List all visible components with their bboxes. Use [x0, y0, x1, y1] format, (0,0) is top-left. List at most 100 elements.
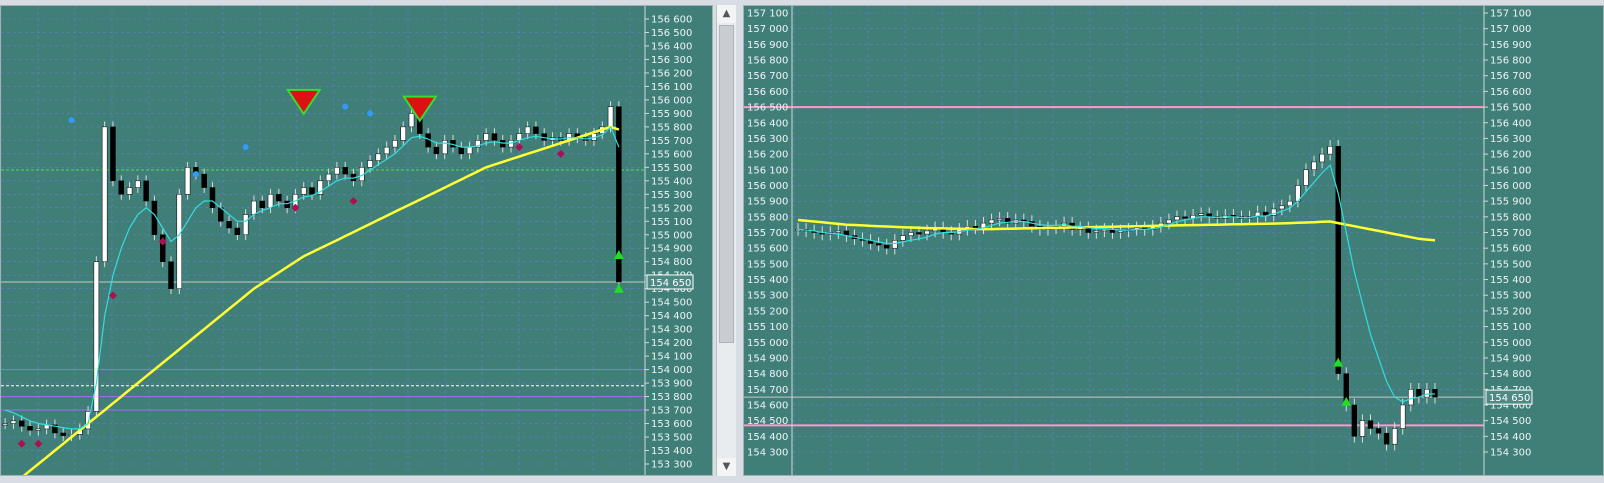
candle — [1335, 146, 1341, 374]
candle — [1198, 213, 1204, 216]
left-axis-tick-label: 154 900 — [747, 353, 788, 364]
candle — [375, 153, 382, 161]
axis-tick-label: 153 500 — [651, 433, 692, 444]
left-axis-tick-label: 154 400 — [747, 432, 788, 443]
candle — [325, 173, 332, 182]
candle — [110, 126, 116, 182]
candle — [441, 140, 448, 155]
candle — [367, 160, 373, 168]
candle — [1287, 200, 1293, 207]
axis-tick-label: 153 600 — [651, 419, 692, 430]
axis-tick-label: 154 900 — [651, 244, 692, 255]
candle — [400, 126, 406, 141]
fractal-up-icon — [68, 117, 75, 124]
candle — [835, 230, 842, 233]
axis-tick-label: 156 900 — [1490, 40, 1531, 51]
candle — [10, 420, 17, 424]
axis-tick-label: 155 700 — [651, 136, 692, 147]
right-chart[interactable]: 157 100 157 000 156 900 156 800 156 700 156 6… — [744, 6, 1604, 476]
left-axis-tick-label: 155 200 — [747, 306, 788, 317]
candle — [1383, 432, 1390, 445]
candle — [1279, 205, 1285, 210]
buy-signal-icon — [1333, 357, 1344, 367]
candle — [276, 194, 282, 202]
candle — [607, 106, 614, 128]
candle — [508, 140, 514, 148]
candle — [524, 126, 531, 134]
candle — [1400, 404, 1406, 429]
left-chart-panel[interactable]: 156 600 156 500 156 400 156 300 156 200 156 1… — [0, 5, 713, 476]
left-axis-tick-label: 155 600 — [747, 244, 788, 255]
fractal-down-icon — [556, 149, 565, 158]
left-axis-tick-label: 155 400 — [747, 275, 788, 286]
candle — [875, 243, 882, 246]
axis-tick-label: 156 600 — [1490, 87, 1531, 98]
candle — [334, 167, 340, 175]
left-axis-tick-label: 156 400 — [747, 118, 788, 129]
candle — [1391, 428, 1398, 445]
candle — [284, 200, 290, 209]
candle — [1375, 428, 1382, 434]
axis-tick-label: 155 900 — [1490, 197, 1531, 208]
axis-tick-label: 154 500 — [1490, 416, 1531, 427]
candle — [1311, 161, 1317, 171]
axis-tick-label: 155 800 — [651, 122, 692, 133]
axis-tick-label: 155 800 — [1490, 212, 1531, 223]
right-chart-panel[interactable]: 157 100 157 000 156 900 156 800 156 700 156 6… — [743, 5, 1604, 476]
buy-signal-icon — [613, 249, 624, 259]
fractal-down-icon — [349, 197, 358, 206]
candle — [1327, 146, 1333, 155]
scroll-up-icon[interactable]: ▲ — [717, 5, 736, 23]
candle — [908, 232, 914, 236]
candle — [242, 214, 249, 236]
left-axis-tick-label: 155 500 — [747, 259, 788, 270]
candle — [1174, 216, 1180, 221]
left-chart[interactable]: 156 600 156 500 156 400 156 300 156 200 156 1… — [1, 6, 713, 476]
candle — [1432, 389, 1438, 398]
left-axis-tick-label: 157 000 — [747, 24, 788, 35]
candle — [201, 173, 207, 188]
candle — [433, 146, 440, 155]
axis-tick-label: 154 800 — [1490, 369, 1531, 380]
axis-tick-label: 157 100 — [1490, 9, 1531, 20]
axis-tick-label: 155 500 — [651, 163, 692, 174]
candle — [35, 428, 42, 431]
candle — [466, 146, 473, 155]
candle — [1117, 230, 1124, 233]
candle — [892, 240, 898, 249]
axis-tick-label: 153 800 — [651, 392, 692, 403]
left-axis-tick-label: 155 000 — [747, 338, 788, 349]
candle — [101, 126, 108, 262]
fractal-down-icon — [108, 291, 117, 300]
fractal-down-icon — [158, 237, 167, 246]
left-axis-tick-label: 155 100 — [747, 322, 788, 333]
scroll-down-icon[interactable]: ▼ — [717, 458, 736, 476]
axis-tick-label: 156 200 — [651, 68, 692, 79]
candle — [500, 140, 506, 148]
buy-signal-icon — [1341, 396, 1352, 406]
scroll-thumb[interactable] — [719, 25, 734, 343]
axis-tick-label: 156 500 — [651, 28, 692, 39]
candle — [1093, 230, 1100, 233]
candle — [916, 232, 922, 235]
axis-tick-label: 155 400 — [1490, 275, 1531, 286]
candle — [1424, 389, 1430, 398]
candle — [342, 167, 348, 175]
axis-tick-label: 156 800 — [1490, 56, 1531, 67]
current-price-label: 154 650 — [1489, 393, 1530, 404]
left-axis-tick-label: 156 700 — [747, 71, 788, 82]
candle — [884, 244, 890, 249]
axis-tick-label: 155 300 — [651, 190, 692, 201]
candle — [251, 200, 257, 215]
axis-tick-label: 156 000 — [1490, 181, 1531, 192]
axis-tick-label: 153 400 — [651, 446, 692, 457]
axis-tick-label: 156 700 — [1490, 71, 1531, 82]
axis-tick-label: 154 400 — [651, 311, 692, 322]
candle — [1359, 420, 1366, 437]
axis-tick-label: 155 600 — [651, 149, 692, 160]
vertical-scrollbar[interactable]: ▲ ▼ — [716, 5, 736, 476]
candle — [1367, 420, 1374, 429]
axis-tick-label: 155 100 — [1490, 322, 1531, 333]
axis-tick-label: 154 100 — [651, 352, 692, 363]
left-axis-tick-label: 156 500 — [747, 103, 788, 114]
